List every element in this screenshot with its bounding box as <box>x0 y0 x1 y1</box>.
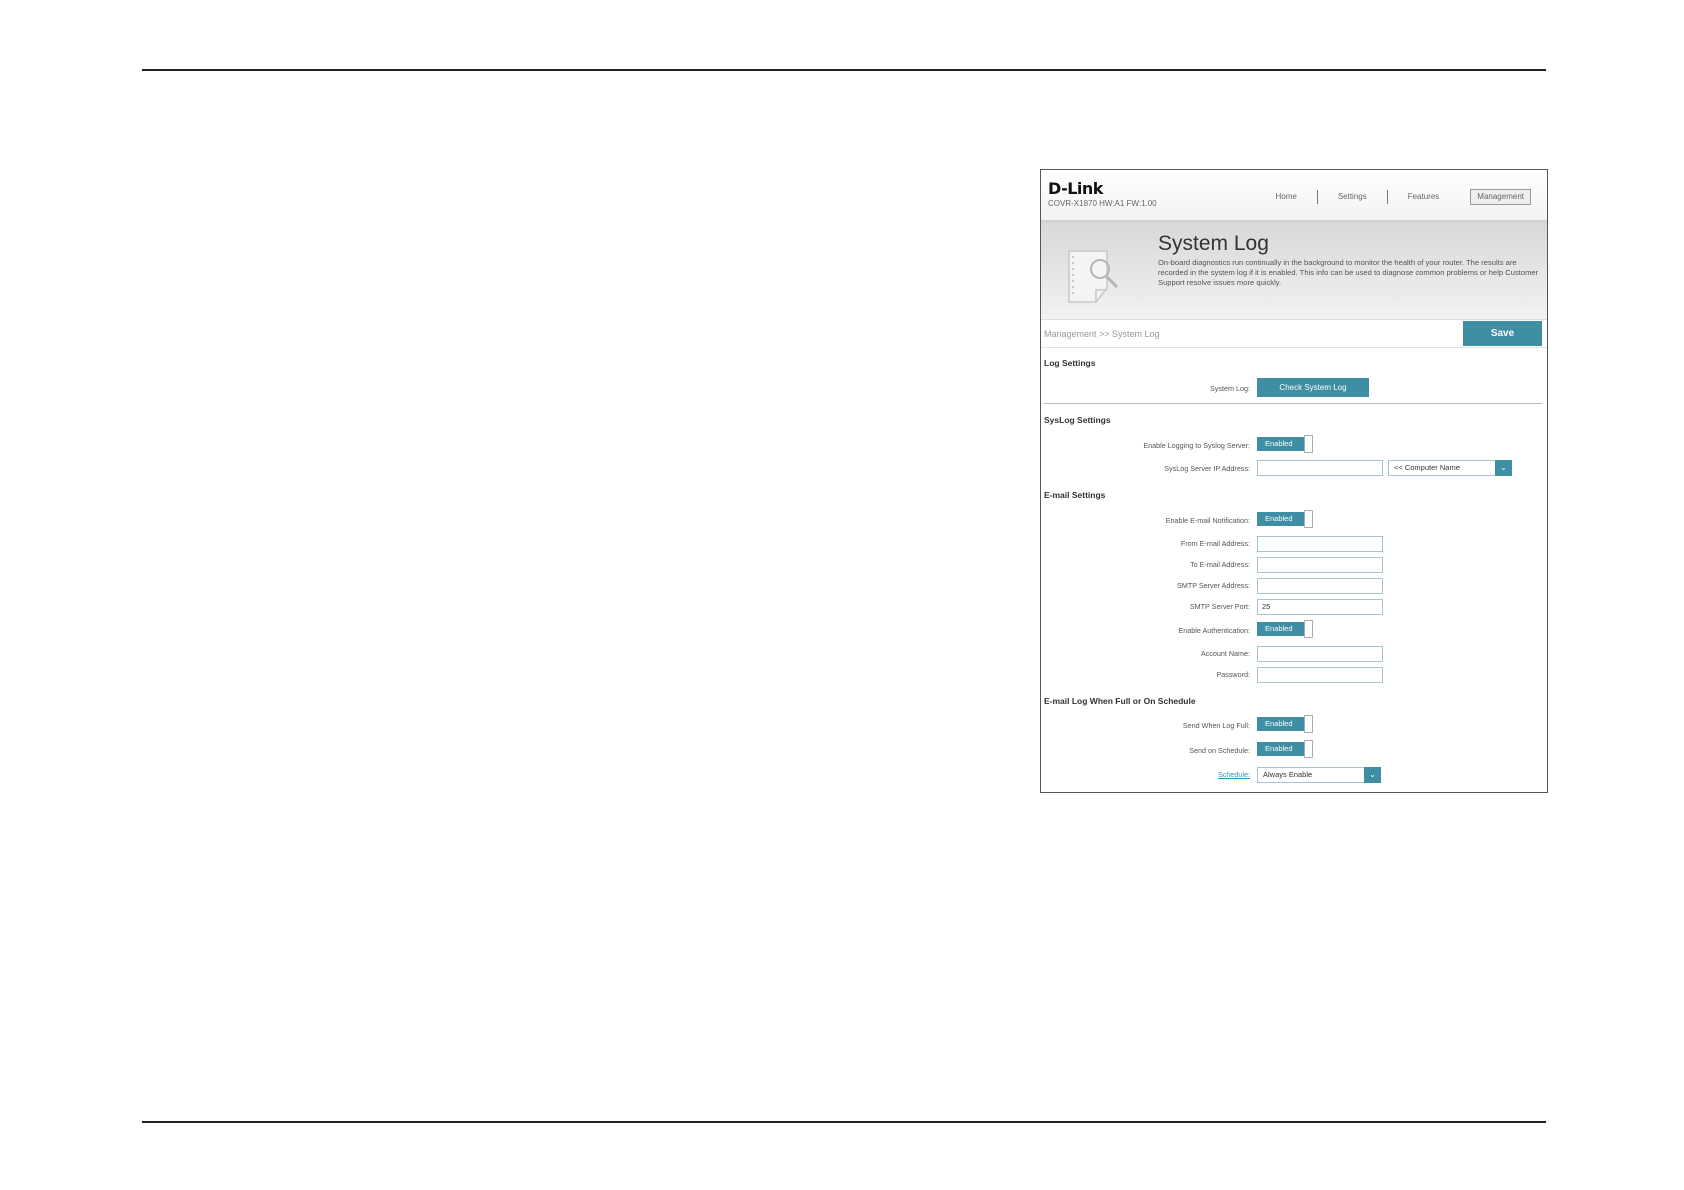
from-email-input[interactable] <box>1257 536 1383 552</box>
enable-auth-toggle[interactable]: Enabled <box>1257 620 1314 638</box>
toggle-knob <box>1304 435 1313 453</box>
email-log-title: E-mail Log When Full or On Schedule <box>1044 696 1196 706</box>
password-input[interactable] <box>1257 667 1383 683</box>
breadcrumb-bar: Management >> System Log Save <box>1041 320 1547 348</box>
send-on-schedule-toggle[interactable]: Enabled <box>1257 740 1314 758</box>
nav-settings[interactable]: Settings <box>1316 190 1387 204</box>
breadcrumb: Management >> System Log <box>1044 329 1160 339</box>
main-nav: Home Settings Features Management <box>1255 189 1531 205</box>
syslog-ip-label: SysLog Server IP Address: <box>1164 464 1250 473</box>
smtp-port-input[interactable]: 25 <box>1257 599 1383 615</box>
model-info: COVR-X1870 HW:A1 FW:1.00 <box>1048 199 1157 208</box>
account-name-input[interactable] <box>1257 646 1383 662</box>
enable-email-toggle[interactable]: Enabled <box>1257 510 1314 528</box>
send-log-full-toggle[interactable]: Enabled <box>1257 715 1314 733</box>
nav-management[interactable]: Management <box>1470 189 1531 205</box>
nav-features[interactable]: Features <box>1386 190 1460 204</box>
document-magnifier-icon <box>1068 250 1119 303</box>
toggle-state: Enabled <box>1257 512 1305 526</box>
schedule-select[interactable]: Always Enable ⌄ <box>1257 767 1381 783</box>
toggle-knob <box>1304 620 1313 638</box>
enable-auth-label: Enable Authentication: <box>1178 626 1250 635</box>
toggle-knob <box>1304 715 1313 733</box>
toggle-state: Enabled <box>1257 622 1305 636</box>
toggle-state: Enabled <box>1257 717 1305 731</box>
smtp-server-input[interactable] <box>1257 578 1383 594</box>
to-email-label: To E-mail Address: <box>1190 560 1250 569</box>
smtp-server-label: SMTP Server Address: <box>1177 581 1250 590</box>
page-bottom-rule <box>142 1121 1546 1123</box>
syslog-settings-title: SysLog Settings <box>1044 415 1111 425</box>
dlink-logo: D-Link <box>1048 179 1103 198</box>
router-ui-screenshot: D-Link COVR-X1870 HW:A1 FW:1.00 Home Set… <box>1040 169 1548 793</box>
password-label: Password: <box>1216 670 1250 679</box>
chevron-down-icon: ⌄ <box>1364 767 1381 783</box>
schedule-value: Always Enable <box>1263 770 1313 779</box>
enable-email-label: Enable E-mail Notification: <box>1165 516 1250 525</box>
toggle-knob <box>1304 740 1313 758</box>
chevron-down-icon: ⌄ <box>1495 460 1512 476</box>
nav-home[interactable]: Home <box>1255 190 1316 204</box>
toggle-knob <box>1304 510 1313 528</box>
computer-name-select[interactable]: << Computer Name ⌄ <box>1388 460 1512 476</box>
section-divider <box>1044 403 1542 404</box>
log-settings-title: Log Settings <box>1044 358 1096 368</box>
computer-name-value: << Computer Name <box>1394 463 1460 472</box>
account-name-label: Account Name: <box>1200 649 1250 658</box>
toggle-state: Enabled <box>1257 742 1305 756</box>
page-title: System Log <box>1158 232 1269 255</box>
schedule-link[interactable]: Schedule: <box>1218 770 1250 779</box>
to-email-input[interactable] <box>1257 557 1383 573</box>
email-settings-title: E-mail Settings <box>1044 490 1106 500</box>
syslog-ip-input[interactable] <box>1257 460 1383 476</box>
page-top-rule <box>142 69 1546 71</box>
enable-syslog-label: Enable Logging to Syslog Server: <box>1143 441 1250 450</box>
smtp-port-label: SMTP Server Port: <box>1189 602 1250 611</box>
system-log-label: System Log: <box>1210 384 1250 393</box>
top-header: D-Link COVR-X1870 HW:A1 FW:1.00 Home Set… <box>1041 170 1547 222</box>
check-system-log-button[interactable]: Check System Log <box>1257 378 1369 397</box>
page-banner: System Log On-board diagnostics run cont… <box>1041 222 1547 320</box>
toggle-state: Enabled <box>1257 437 1305 451</box>
send-log-full-label: Send When Log Full: <box>1182 721 1250 730</box>
send-on-schedule-label: Send on Schedule: <box>1189 746 1250 755</box>
save-button[interactable]: Save <box>1463 321 1542 346</box>
enable-syslog-toggle[interactable]: Enabled <box>1257 435 1314 453</box>
from-email-label: From E-mail Address: <box>1180 539 1250 548</box>
page-description: On-board diagnostics run continually in … <box>1158 258 1539 287</box>
